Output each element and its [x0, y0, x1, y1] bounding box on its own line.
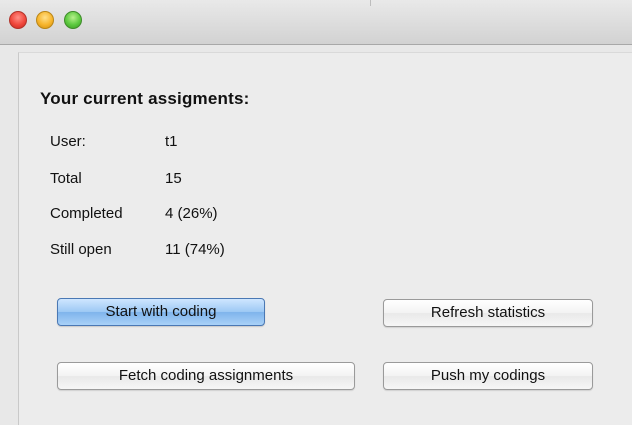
still-open-value: 11 (74%) [165, 241, 225, 258]
push-codings-button[interactable]: Push my codings [383, 362, 593, 390]
user-label: User: [50, 133, 86, 150]
assignments-heading: Your current assigments: [40, 89, 250, 108]
zoom-window-icon[interactable] [64, 11, 82, 29]
completed-value: 4 (26%) [165, 205, 218, 222]
title-bar[interactable] [0, 0, 632, 45]
titlebar-divider [370, 0, 371, 6]
minimize-window-icon[interactable] [36, 11, 54, 29]
total-value: 15 [165, 170, 182, 187]
refresh-statistics-button[interactable]: Refresh statistics [383, 299, 593, 327]
still-open-label: Still open [50, 241, 112, 258]
completed-label: Completed [50, 205, 123, 222]
close-window-icon[interactable] [9, 11, 27, 29]
app-window: Your current assigments: User: t1 Total … [0, 0, 632, 425]
user-value: t1 [165, 133, 178, 150]
start-coding-button[interactable]: Start with coding [57, 298, 265, 326]
fetch-assignments-button[interactable]: Fetch coding assignments [57, 362, 355, 390]
total-label: Total [50, 170, 82, 187]
